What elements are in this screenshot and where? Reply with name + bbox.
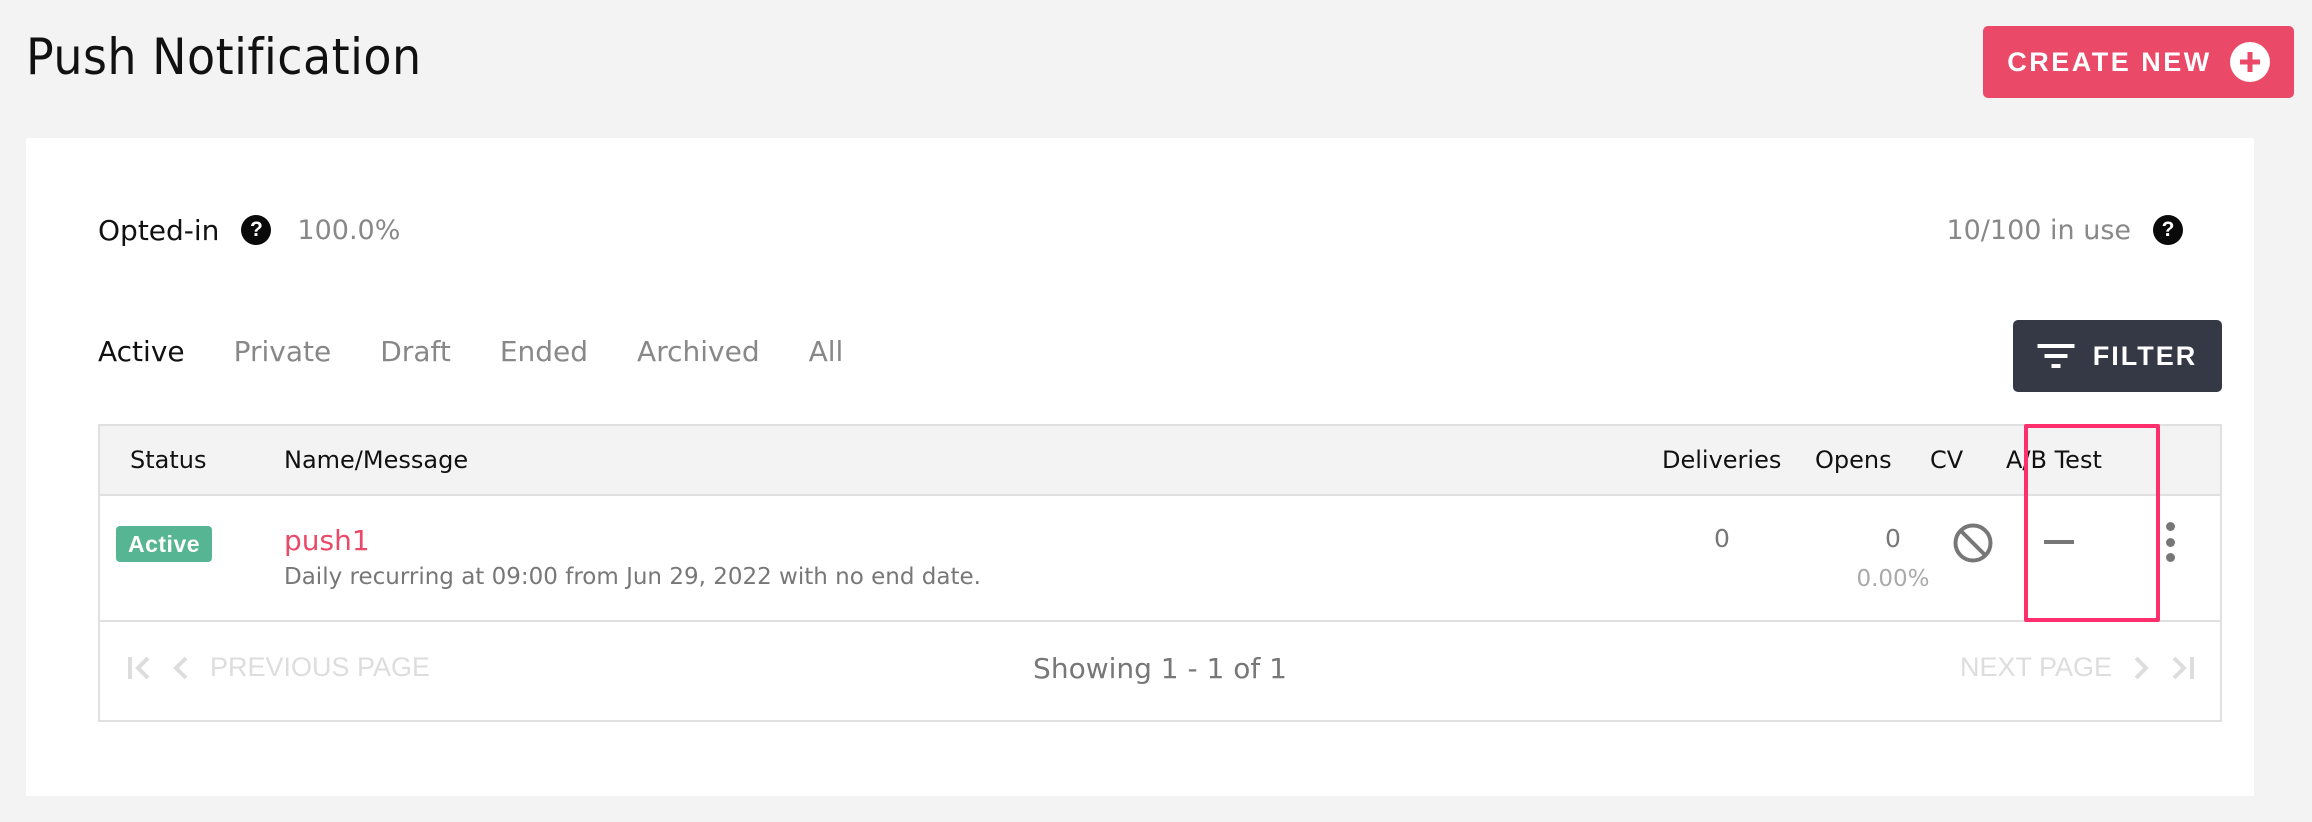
filter-icon: [2037, 344, 2075, 368]
column-header-deliveries: Deliveries: [1662, 446, 1782, 474]
page-title: Push Notification: [26, 28, 422, 86]
status-badge: Active: [116, 526, 213, 562]
quota-summary: 10/100 in use ?: [1946, 212, 2183, 248]
help-icon[interactable]: ?: [2153, 215, 2183, 245]
push-list-card: Opted-in ? 100.0% 10/100 in use ? Active…: [26, 138, 2254, 796]
last-page-icon: [2172, 656, 2194, 679]
more-options-icon[interactable]: [2163, 522, 2177, 562]
column-header-opens: Opens: [1815, 446, 1892, 474]
not-available-icon: [1953, 523, 1993, 563]
create-new-label: CREATE NEW: [2007, 46, 2212, 77]
status-tabs: Active Private Draft Ended Archived All: [98, 334, 892, 370]
filter-label: FILTER: [2092, 340, 2198, 371]
tab-ended[interactable]: Ended: [500, 334, 588, 370]
quota-value: 10/100 in use: [1946, 214, 2131, 246]
chevron-right-icon: [2134, 656, 2149, 679]
plus-circle-icon: [2229, 42, 2270, 82]
opens-value: 0: [1885, 524, 1901, 553]
tab-draft[interactable]: Draft: [380, 334, 451, 370]
column-header-cv: CV: [1930, 446, 1964, 474]
opted-in-label: Opted-in: [98, 213, 220, 247]
create-new-button[interactable]: CREATE NEW: [1983, 26, 2294, 98]
pagination-status: Showing 1 - 1 of 1: [1033, 652, 1287, 685]
next-page-label: NEXT PAGE: [1959, 652, 2112, 682]
help-icon[interactable]: ?: [241, 215, 272, 245]
opted-in-value: 100.0%: [297, 214, 401, 246]
push-name-link[interactable]: push1: [284, 524, 370, 557]
column-header-status: Status: [130, 446, 207, 474]
tab-active[interactable]: Active: [98, 334, 185, 370]
tab-all[interactable]: All: [809, 334, 844, 370]
ab-test-none-indicator: [2044, 540, 2074, 544]
open-rate-value: 0.00%: [1856, 566, 1930, 592]
tab-archived[interactable]: Archived: [637, 334, 760, 370]
push-table: Status Name/Message Deliveries Opens CV …: [98, 424, 2222, 722]
column-header-name: Name/Message: [284, 446, 469, 474]
table-row[interactable]: Active push1 Daily recurring at 09:00 fr…: [100, 496, 2220, 622]
push-message: Daily recurring at 09:00 from Jun 29, 20…: [284, 564, 981, 590]
tab-private[interactable]: Private: [234, 334, 332, 370]
pagination: PREVIOUS PAGE Showing 1 - 1 of 1 NEXT PA…: [100, 622, 2220, 720]
page-header: Push Notification CREATE NEW: [0, 0, 2312, 138]
opted-in-summary: Opted-in ? 100.0%: [98, 212, 400, 248]
deliveries-value: 0: [1714, 524, 1730, 553]
column-header-ab-test: A/B Test: [2006, 446, 2102, 474]
next-page-button[interactable]: NEXT PAGE: [1960, 652, 2196, 683]
table-header: Status Name/Message Deliveries Opens CV …: [100, 426, 2220, 496]
filter-button[interactable]: FILTER: [2013, 320, 2222, 392]
